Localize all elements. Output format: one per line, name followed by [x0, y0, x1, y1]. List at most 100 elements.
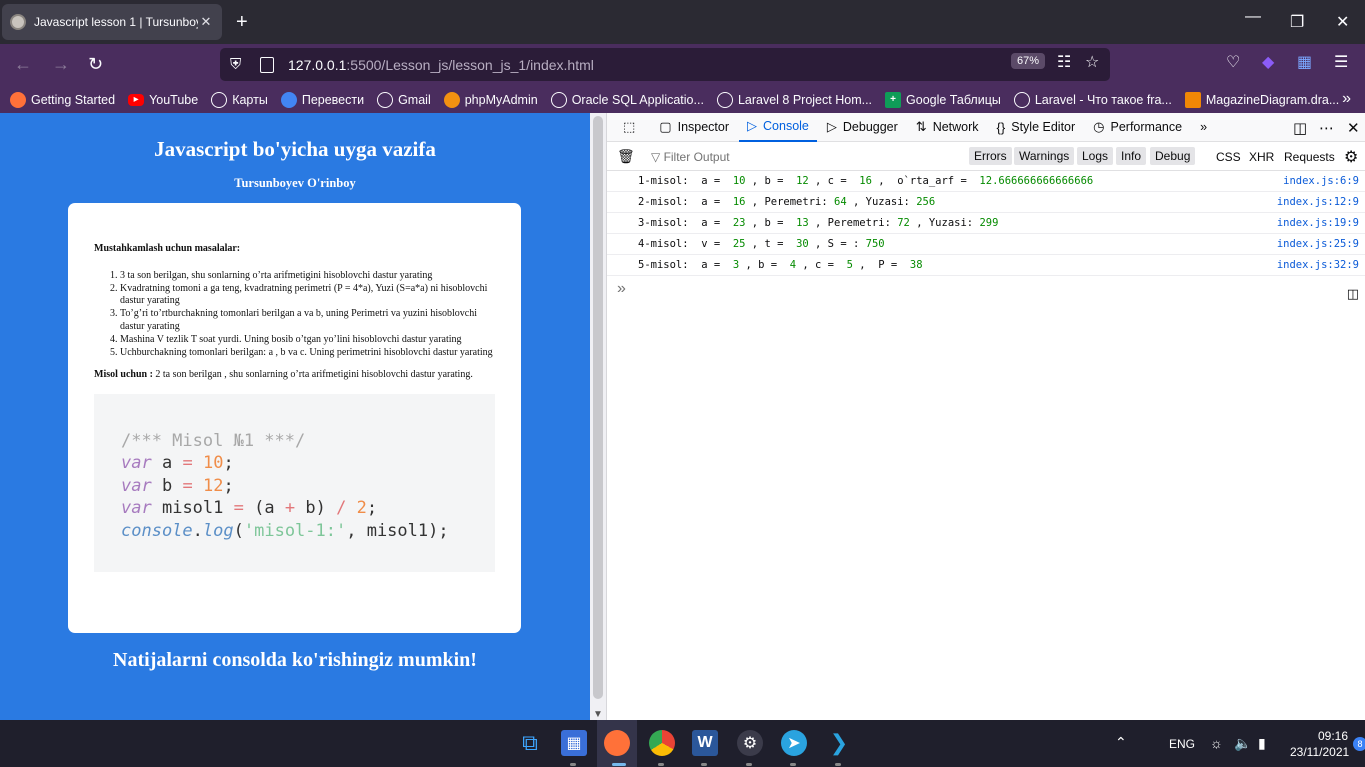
telegram-icon[interactable]: ➤ [781, 730, 807, 756]
extension-icon[interactable]: ◆ [1262, 52, 1274, 72]
word-icon[interactable]: W [692, 730, 718, 756]
battery-icon[interactable]: ▮ [1258, 735, 1266, 752]
settings-icon[interactable]: ⚙ [737, 730, 763, 756]
bookmark-item[interactable]: Laravel - Что такое fra... [1013, 91, 1172, 108]
vscode-icon[interactable]: ❯ [826, 730, 852, 756]
clock-time[interactable]: 09:16 [1318, 729, 1348, 743]
filter-debug-button[interactable]: Debug [1150, 147, 1196, 165]
tasks-heading: Mustahkamlash uchun masalalar: [94, 243, 241, 254]
url-bar[interactable]: ⛨ 127.0.0.1:5500/Lesson_js/lesson_js_1/i… [220, 48, 1110, 81]
console-source-link[interactable]: index.js:25:9 [1277, 234, 1359, 254]
bookmark-item[interactable]: Oracle SQL Applicatio... [550, 91, 704, 108]
console-source-link[interactable]: index.js:19:9 [1277, 213, 1359, 233]
console-source-link[interactable]: index.js:6:9 [1283, 171, 1359, 191]
bookmark-label: MagazineDiagram.dra... [1205, 92, 1340, 107]
filter-xhr-button[interactable]: XHR [1249, 150, 1274, 164]
tracking-shield-icon[interactable]: ⛨ [230, 56, 248, 73]
bookmark-item[interactable]: Перевести [280, 91, 364, 108]
bookmark-item[interactable]: Gmail [377, 91, 431, 108]
filter-css-button[interactable]: CSS [1216, 150, 1241, 164]
wifi-icon[interactable]: ☼ [1210, 735, 1223, 751]
console-source-link[interactable]: index.js:32:9 [1277, 255, 1359, 275]
devtools-menu-icon[interactable]: ⋯ [1319, 119, 1334, 137]
devtools-close-icon[interactable]: ✕ [1347, 119, 1360, 137]
minimize-icon[interactable]: — [1245, 8, 1261, 26]
tab-debugger[interactable]: ▷ Debugger [819, 113, 906, 142]
editor-mode-icon[interactable]: ◫ [1347, 281, 1359, 307]
tab-label: Performance [1110, 120, 1183, 134]
bookmark-item[interactable]: phpMyAdmin [443, 91, 538, 108]
filter-errors-button[interactable]: Errors [969, 147, 1012, 165]
back-icon[interactable]: ← [14, 54, 32, 74]
clock-date[interactable]: 23/11/2021 [1290, 745, 1349, 759]
running-indicator [835, 763, 841, 766]
bookmark-item[interactable]: + Google Таблицы [885, 91, 1001, 108]
tab-performance[interactable]: ◷ Performance [1085, 113, 1190, 142]
tab-network[interactable]: ⇅ Network [908, 113, 987, 142]
dock-icon[interactable]: ◫ [1293, 119, 1307, 137]
bookmark-item[interactable]: ▸ YouTube [128, 93, 198, 107]
filter-requests-button[interactable]: Requests [1284, 150, 1335, 164]
reload-icon[interactable]: ↻ [88, 54, 103, 74]
scroll-down-icon[interactable]: ▼ [593, 709, 603, 720]
zoom-badge[interactable]: 67% [1011, 53, 1046, 69]
bookmark-item[interactable]: MagazineDiagram.dra... [1184, 91, 1340, 108]
page-scrollbar[interactable]: ▼ [590, 113, 606, 720]
google-translate-icon [280, 91, 297, 108]
scrollbar-thumb[interactable] [593, 116, 603, 699]
bookmark-item[interactable]: Getting Started [10, 91, 115, 108]
new-tab-button[interactable]: + [236, 12, 248, 32]
firefox-icon[interactable] [604, 730, 630, 756]
tab-label: Debugger [842, 120, 898, 134]
pocket-icon[interactable]: ♡ [1226, 52, 1240, 72]
clear-console-icon[interactable]: 🗑 [617, 148, 635, 165]
notification-badge[interactable]: 8 [1353, 737, 1365, 751]
page-info-icon[interactable] [260, 56, 274, 73]
tab-style-editor[interactable]: {} Style Editor [989, 113, 1084, 142]
file-app-icon[interactable]: ▦ [561, 730, 587, 756]
bookmark-item[interactable]: Карты [211, 91, 268, 108]
console-source-link[interactable]: index.js:12:9 [1277, 192, 1359, 212]
bookmark-item[interactable]: Laravel 8 Project Hom... [716, 91, 872, 108]
filter-info-button[interactable]: Info [1116, 147, 1147, 165]
translator-extension-icon[interactable]: ▦ [1297, 52, 1312, 72]
filter-input[interactable]: ▽ Filter Output [651, 150, 730, 164]
volume-icon[interactable]: 🔈 [1234, 735, 1251, 752]
menu-icon[interactable]: ☰ [1334, 52, 1348, 72]
tab-console[interactable]: ▷ Console [739, 113, 817, 142]
forward-icon[interactable]: → [52, 54, 70, 74]
tab-title: Javascript lesson 1 | Tursunboyev O'rinb… [34, 15, 198, 29]
chrome-icon[interactable] [649, 730, 675, 756]
style-editor-icon: {} [996, 119, 1006, 135]
code-line: var misol1 = (a + b) / 2; [121, 497, 495, 520]
code-number: 10 [202, 453, 224, 473]
restore-icon[interactable]: ❐ [1290, 12, 1304, 32]
translate-icon[interactable]: ☷ [1057, 52, 1071, 72]
running-indicator [746, 763, 752, 766]
filter-placeholder: Filter Output [663, 150, 730, 164]
console-settings-icon[interactable]: ⚙ [1344, 147, 1358, 167]
bookmarks-overflow-icon[interactable]: » [1342, 90, 1351, 108]
task-item: Mashina V tezlik T soat yurdi. Uning bos… [120, 334, 495, 347]
bookmark-star-icon[interactable]: ☆ [1085, 52, 1099, 72]
browser-tab[interactable]: Javascript lesson 1 | Tursunboyev O'rinb… [2, 4, 222, 40]
url-text[interactable]: 127.0.0.1:5500/Lesson_js/lesson_js_1/ind… [288, 57, 594, 73]
more-tabs-icon[interactable]: » [1192, 113, 1215, 142]
filter-logs-button[interactable]: Logs [1077, 147, 1114, 165]
tab-close-icon[interactable]: ✕ [198, 14, 214, 30]
start-icon[interactable]: ⧉ [517, 730, 543, 756]
tab-inspector[interactable]: ▢ Inspector [651, 113, 737, 142]
element-picker-icon[interactable]: ⬚ [615, 113, 649, 142]
nav-bar: ← → ↻ ⛨ 127.0.0.1:5500/Lesson_js/lesson_… [0, 44, 1365, 86]
console-message: 3-misol: a = 23 , b = 13 , Peremetri: 72… [607, 213, 1365, 234]
bookmark-label: Laravel - Что такое fra... [1034, 92, 1172, 107]
language-indicator[interactable]: ENG [1169, 737, 1195, 751]
devtools-toolbar: ⬚ ▢ Inspector ▷ Console ▷ Debugger ⇅ Network… [607, 113, 1365, 142]
filter-warnings-button[interactable]: Warnings [1014, 147, 1075, 165]
tray-expand-icon[interactable]: ⌃ [1115, 734, 1127, 751]
youtube-icon: ▸ [128, 93, 145, 106]
task-item: To’g’ri to’rtburchakning tomonlari beril… [120, 308, 495, 333]
console-input[interactable]: » ◫ [607, 276, 1365, 302]
task-item: 3 ta son berilgan, shu sonlarning o’rta … [120, 270, 495, 283]
window-close-icon[interactable]: ✕ [1336, 12, 1349, 32]
